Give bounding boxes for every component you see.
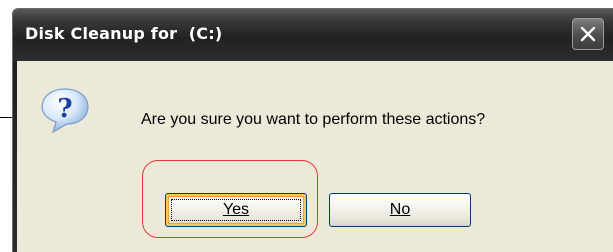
no-button[interactable]: No: [329, 193, 471, 227]
svg-text:?: ?: [57, 94, 72, 124]
confirmation-message: Are you sure you want to perform these a…: [141, 111, 486, 128]
close-button[interactable]: [572, 18, 604, 50]
dialog-body: ? Are you sure you want to perform these…: [17, 61, 613, 252]
screenshot-canvas: Disk Cleanup for (C:) ? Are you sure you…: [0, 0, 613, 252]
yes-button[interactable]: Yes: [165, 193, 307, 227]
close-icon: [580, 26, 596, 42]
no-button-label: No: [389, 201, 411, 218]
disk-cleanup-dialog: Disk Cleanup for (C:) ? Are you sure you…: [12, 8, 613, 252]
title-bar[interactable]: Disk Cleanup for (C:): [13, 9, 613, 61]
question-icon: ?: [41, 88, 89, 134]
dialog-title: Disk Cleanup for (C:): [25, 24, 223, 43]
yes-button-label: Yes: [222, 201, 250, 218]
